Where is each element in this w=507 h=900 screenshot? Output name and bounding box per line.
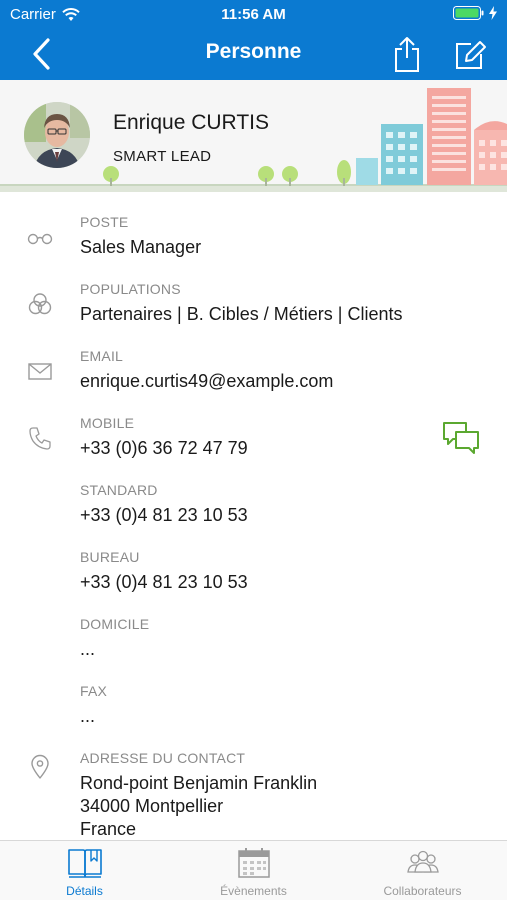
detail-value: ...	[80, 706, 96, 726]
detail-label: DOMICILE	[80, 616, 150, 632]
battery-icon	[453, 6, 484, 20]
person-name: Enrique CURTIS	[113, 111, 270, 134]
glasses-icon	[27, 233, 53, 245]
status-time: 11:56 AM	[221, 6, 286, 23]
person-tag: SMART LEAD	[113, 148, 212, 165]
chat-icon	[443, 422, 479, 454]
detail-value: ...	[80, 639, 96, 659]
location-pin-icon	[31, 754, 49, 779]
edit-button[interactable]	[449, 34, 489, 74]
detail-row-address: ADRESSE DU CONTACT Rond-point Benjamin F…	[0, 750, 507, 840]
people-icon	[406, 850, 439, 873]
tab-label: Collaborateurs	[383, 884, 462, 898]
address-line: France	[80, 819, 137, 839]
mobile-phone-link[interactable]: +33 (0)6 36 72 47 79	[80, 437, 248, 460]
top-bar: Carrier 11:56 AM Personne	[0, 0, 507, 80]
phone-icon	[29, 427, 51, 450]
details-list: POSTE Sales Manager POPULATIONS Partenai…	[0, 192, 507, 840]
share-button[interactable]	[387, 34, 427, 74]
email-link[interactable]: enrique.curtis49@example.com	[80, 370, 333, 393]
send-message-button[interactable]	[441, 419, 481, 459]
tab-collaborators[interactable]: Collaborateurs	[338, 841, 507, 900]
standard-phone-link[interactable]: +33 (0)4 81 23 10 53	[80, 504, 248, 527]
tab-label: Détails	[66, 884, 103, 898]
avatar	[24, 102, 90, 168]
person-photo	[24, 102, 90, 168]
detail-row-mobile: MOBILE +33 (0)6 36 72 47 79	[0, 415, 507, 465]
circles-icon	[28, 293, 52, 315]
detail-row-populations: POPULATIONS Partenaires | B. Cibles / Mé…	[0, 281, 507, 331]
detail-label: POSTE	[80, 214, 129, 230]
detail-label: ADRESSE DU CONTACT	[80, 750, 246, 766]
charging-icon	[489, 6, 497, 20]
detail-row-bureau: BUREAU +33 (0)4 81 23 10 53	[0, 549, 507, 599]
detail-label: FAX	[80, 683, 108, 699]
detail-label: EMAIL	[80, 348, 124, 364]
mail-icon	[28, 363, 52, 380]
detail-row-email: EMAIL enrique.curtis49@example.com	[0, 348, 507, 398]
address-line: 34000 Montpellier	[80, 796, 224, 816]
status-bar: Carrier 11:56 AM	[0, 0, 507, 28]
detail-row-domicile: DOMICILE ...	[0, 616, 507, 666]
tab-details[interactable]: Détails	[0, 841, 169, 900]
detail-row-poste: POSTE Sales Manager	[0, 214, 507, 264]
page-title: Personne	[205, 40, 302, 63]
detail-value: Partenaires | B. Cibles / Métiers | Clie…	[80, 304, 403, 324]
calendar-icon	[237, 848, 270, 878]
tab-label: Évènements	[220, 884, 287, 898]
detail-row-standard: STANDARD +33 (0)4 81 23 10 53	[0, 482, 507, 532]
profile-header: Enrique CURTIS SMART LEAD	[0, 80, 507, 192]
address-value[interactable]: Rond-point Benjamin Franklin 34000 Montp…	[80, 772, 317, 840]
tab-events[interactable]: Évènements	[169, 841, 338, 900]
detail-label: STANDARD	[80, 482, 158, 498]
edit-icon	[456, 41, 486, 69]
detail-label: MOBILE	[80, 415, 135, 431]
detail-value: Sales Manager	[80, 237, 202, 257]
detail-row-fax: FAX ...	[0, 683, 507, 733]
office-phone-link[interactable]: +33 (0)4 81 23 10 53	[80, 571, 248, 594]
navigation-bar: Personne	[0, 28, 507, 80]
book-icon	[67, 849, 102, 878]
tab-bar: Détails Évènements Collaborateurs	[0, 840, 507, 900]
detail-label: POPULATIONS	[80, 281, 181, 297]
address-line: Rond-point Benjamin Franklin	[80, 773, 318, 793]
detail-label: BUREAU	[80, 549, 140, 565]
battery-indicator	[453, 6, 497, 20]
share-icon	[395, 37, 419, 72]
